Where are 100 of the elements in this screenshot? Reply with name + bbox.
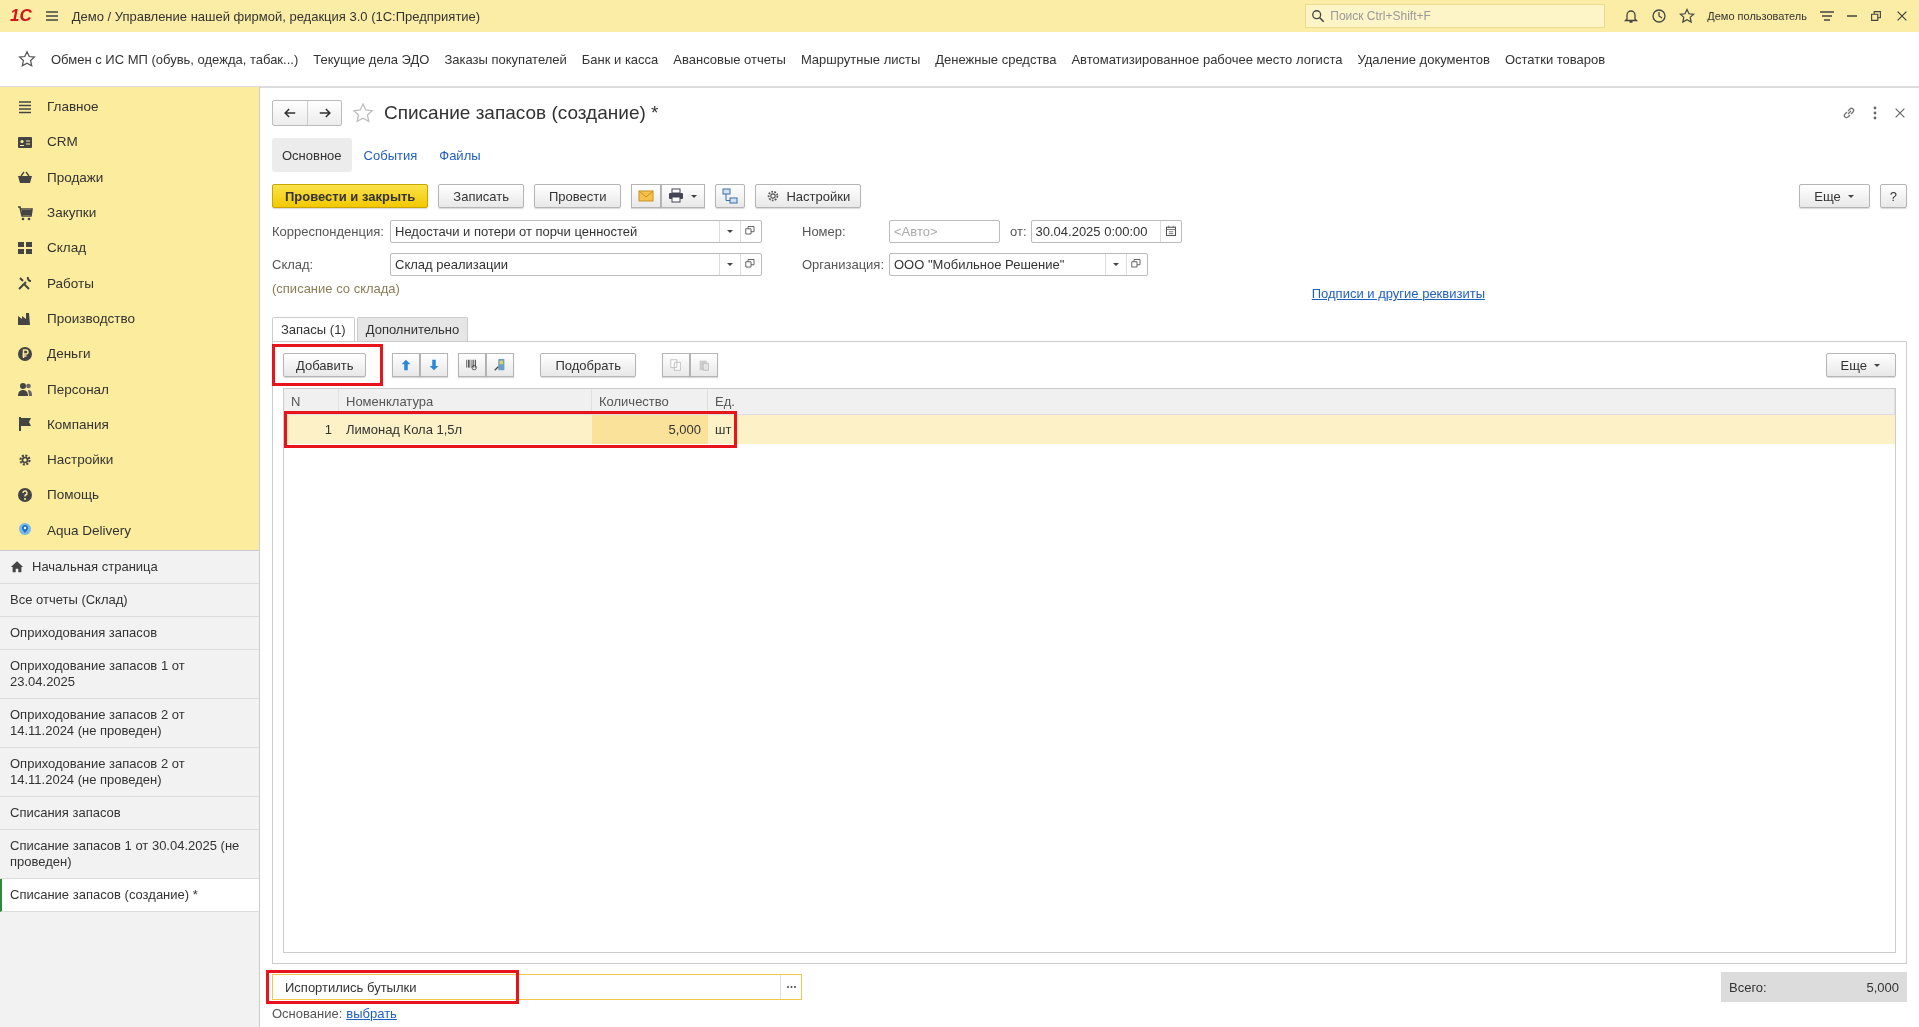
copy-button[interactable]	[661, 353, 690, 377]
open-window-item[interactable]: Списание запасов (создание) *	[0, 878, 259, 912]
select-field[interactable]: Недостачи и потери от порчи ценностей	[390, 219, 762, 243]
star-icon	[1679, 8, 1696, 24]
bell-icon	[1623, 8, 1640, 24]
barcode-search-button[interactable]	[458, 353, 487, 377]
dropdown-icon	[1112, 260, 1120, 268]
field-label: от:	[1010, 223, 1027, 239]
tools-icon	[17, 275, 33, 292]
hint-text: (списание со склада)	[272, 281, 400, 296]
section-tab[interactable]: Дополнительно	[356, 317, 469, 341]
form-tab[interactable]: Основное	[272, 138, 352, 172]
favorite-link[interactable]: Авансовые отчеты	[673, 51, 786, 67]
basis-label: Основание:	[272, 1006, 343, 1021]
pick-button[interactable]: Подобрать	[540, 353, 636, 377]
favorite-link[interactable]: Заказы покупателей	[444, 51, 567, 67]
open-window-item[interactable]: Оприходование запасов 2 от 14.11.2024 (не проведен)	[0, 747, 259, 797]
open-window-item[interactable]: Оприходование запасов 2 от 14.11.2024 (не проведен)	[0, 698, 259, 748]
menu-icon	[43, 8, 60, 24]
email-button[interactable]	[631, 184, 662, 208]
section-item[interactable]: Склад	[0, 230, 259, 266]
favorite-link[interactable]: Денежные средства	[935, 51, 1057, 67]
open-window-item[interactable]: Начальная страница	[0, 550, 259, 584]
section-item[interactable]: Закупки	[0, 194, 259, 231]
comment-field[interactable]: Испортились бутылки	[272, 974, 802, 1000]
favorite-link[interactable]: Банк и касса	[581, 51, 659, 67]
calendar-icon	[1164, 225, 1177, 237]
user-name[interactable]: Демо пользователь	[1707, 10, 1807, 22]
link-icon	[1841, 105, 1857, 121]
filter-icon	[1819, 8, 1835, 24]
section-item[interactable]: Продажи	[0, 159, 259, 195]
form-title: Списание запасов (создание) *	[384, 102, 660, 124]
section-item[interactable]: CRM	[0, 124, 259, 160]
settings-button[interactable]: Настройки	[755, 184, 862, 208]
section-item[interactable]: Главное	[0, 89, 259, 125]
favorite-link[interactable]: Автоматизированное рабочее место логиста	[1071, 51, 1343, 67]
coin-icon	[17, 345, 33, 362]
barcode-icon	[465, 358, 480, 372]
caret-icon	[1846, 192, 1855, 200]
open-window-item[interactable]: Списание запасов 1 от 30.04.2025 (не проведен)	[0, 829, 259, 879]
form-tab[interactable]: Файлы	[429, 138, 491, 172]
command-button[interactable]: Провести	[533, 184, 622, 208]
open-window-item[interactable]: Оприходование запасов 1 от 23.04.2025	[0, 649, 259, 699]
section-item[interactable]: Настройки	[0, 441, 259, 478]
table-cell-text: шт	[714, 421, 733, 439]
open-window-item[interactable]: Все отчеты (Склад)	[0, 583, 259, 617]
printer-icon	[668, 188, 685, 204]
caret-icon	[1873, 361, 1881, 369]
star-icon	[18, 50, 36, 68]
move-down-button[interactable]	[420, 353, 449, 377]
app-logo: 1С	[10, 6, 32, 26]
section-item[interactable]: Работы	[0, 265, 259, 301]
form-tab[interactable]: События	[353, 138, 428, 172]
hierarchy-icon	[722, 188, 739, 204]
open-window-item[interactable]: Оприходования запасов	[0, 616, 259, 650]
section-item[interactable]: Помощь	[0, 477, 259, 513]
section-item[interactable]: Персонал	[0, 371, 259, 407]
select-field[interactable]: ООО "Мобильное Решение"	[889, 252, 1148, 276]
section-tab[interactable]: Запасы (1)	[272, 317, 355, 341]
star-icon	[352, 102, 374, 124]
search-field[interactable]: Поиск Ctrl+Shift+F	[1305, 4, 1606, 28]
arrow-left-icon	[283, 106, 297, 120]
post-and-close-button[interactable]: Провести и закрыть	[272, 184, 429, 208]
column-header[interactable]: Номенклатура	[339, 389, 592, 414]
section-item[interactable]: Деньги	[0, 336, 259, 372]
favorite-link[interactable]: Остатки товаров	[1504, 51, 1606, 67]
basket-icon	[17, 169, 33, 186]
dropdown-icon	[726, 227, 734, 235]
print-button[interactable]	[661, 184, 706, 208]
structure-button[interactable]	[715, 184, 746, 208]
more-button[interactable]: Еще	[1799, 184, 1870, 208]
envelope-icon	[638, 188, 655, 204]
column-header[interactable]: Количество	[592, 389, 708, 414]
date-field[interactable]: 30.04.2025 0:00:00	[1030, 219, 1182, 243]
section-item[interactable]: Производство	[0, 300, 259, 337]
section-item[interactable]: Компания	[0, 406, 259, 442]
column-header[interactable]: N	[284, 389, 339, 414]
cart-icon	[17, 204, 33, 221]
field-label: Корреспонденция:	[272, 223, 385, 239]
table-cell: 5,000	[592, 415, 708, 444]
section-item[interactable]: Aqua Delivery	[0, 512, 259, 548]
table-cell-text: Лимонад Кола 1,5л	[345, 421, 464, 439]
open-window-item[interactable]: Списания запасов	[0, 796, 259, 830]
favorite-link[interactable]: Текущие дела ЭДО	[313, 51, 430, 67]
move-up-button[interactable]	[392, 353, 421, 377]
details-link[interactable]: Подписи и другие реквизиты	[1311, 286, 1485, 301]
help-button[interactable]: ?	[1879, 184, 1907, 208]
more-button[interactable]: Еще	[1825, 353, 1896, 377]
menu-lines-icon	[17, 98, 33, 115]
add-button[interactable]: Добавить	[283, 353, 367, 377]
select-link[interactable]: выбрать	[346, 1006, 397, 1021]
select-field[interactable]: Склад реализации	[390, 252, 762, 276]
favorite-link[interactable]: Обмен с ИС МП (обувь, одежда, табак...)	[51, 51, 299, 67]
paste-button[interactable]	[689, 353, 718, 377]
favorite-link[interactable]: Маршрутные листы	[800, 51, 921, 67]
field-label: Склад:	[272, 256, 315, 272]
command-button[interactable]: Записать	[438, 184, 524, 208]
favorite-link[interactable]: Удаление документов	[1357, 51, 1490, 67]
column-header[interactable]: Ед.	[708, 389, 1895, 414]
search-icon	[1311, 9, 1326, 23]
